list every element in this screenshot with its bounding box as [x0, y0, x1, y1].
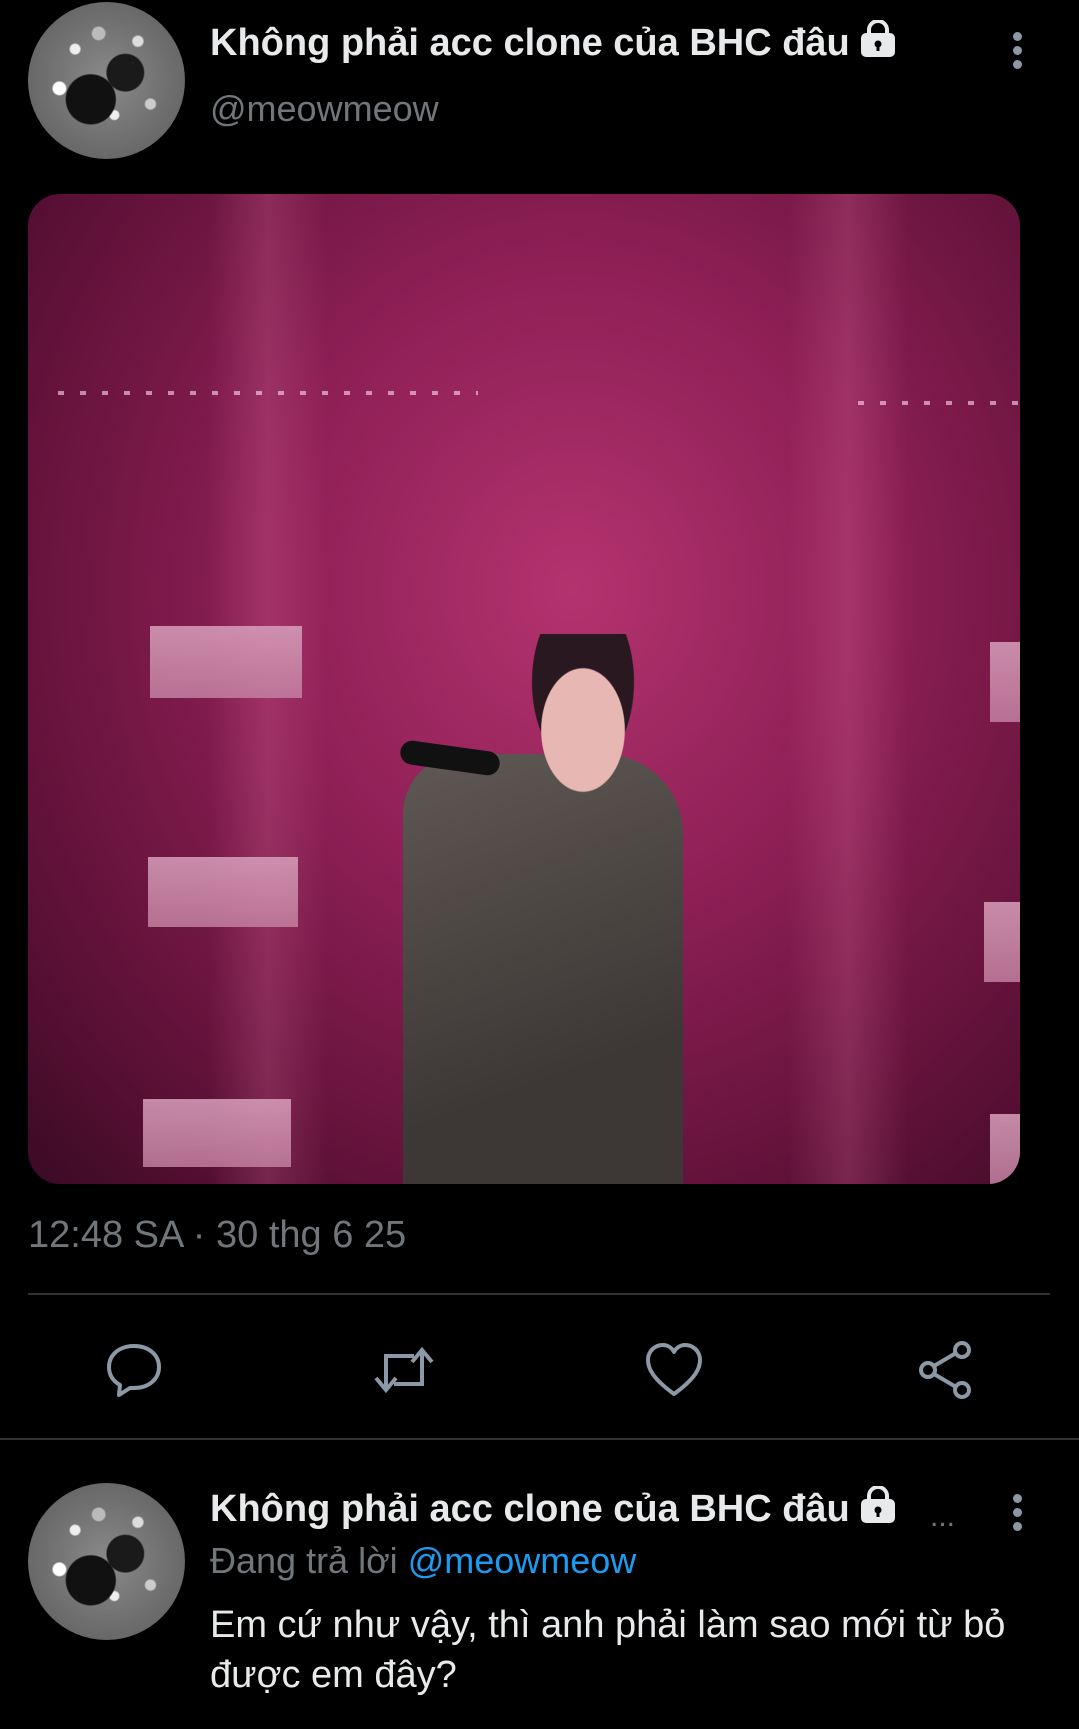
mention-link[interactable]: @meowmeow [408, 1540, 637, 1581]
replying-to: Đang trả lời @meowmeow [210, 1540, 636, 1582]
share-button[interactable] [914, 1338, 978, 1402]
handle[interactable]: @meowmeow [210, 88, 439, 130]
reply-avatar[interactable] [28, 1483, 185, 1640]
retweet-icon [374, 1346, 434, 1394]
lock-icon [858, 1485, 898, 1536]
more-options-icon[interactable] [1005, 28, 1029, 78]
share-icon [919, 1341, 971, 1399]
divider [28, 1293, 1050, 1295]
section-divider [0, 1438, 1079, 1440]
speech-bubble-icon [107, 1344, 161, 1397]
retweet-button[interactable] [372, 1338, 436, 1402]
reply-more-options-icon[interactable] [1005, 1490, 1029, 1540]
reply-display-name-text: Không phải acc clone của BHC đâu [210, 1488, 850, 1531]
display-name[interactable]: Không phải acc clone của BHC đâu [210, 19, 898, 70]
display-name-text: Không phải acc clone của BHC đâu [210, 22, 850, 65]
replying-to-label: Đang trả lời [210, 1540, 398, 1581]
avatar[interactable] [28, 2, 185, 159]
tweet-header: Không phải acc clone của BHC đâu @meowme… [0, 0, 1079, 170]
heart-icon [646, 1343, 702, 1396]
like-button[interactable] [642, 1338, 706, 1402]
tweet-timestamp[interactable]: 12:48 SA · 30 thg 6 25 [28, 1214, 406, 1257]
reply-text: Em cứ như vậy, thì anh phải làm sao mới … [210, 1604, 1006, 1696]
lock-icon [858, 19, 898, 70]
name-truncation: ... [930, 1500, 956, 1533]
tweet-media-image[interactable] [28, 194, 1020, 1184]
reply-display-name[interactable]: Không phải acc clone của BHC đâu [210, 1485, 898, 1536]
reply-button[interactable] [102, 1338, 166, 1402]
